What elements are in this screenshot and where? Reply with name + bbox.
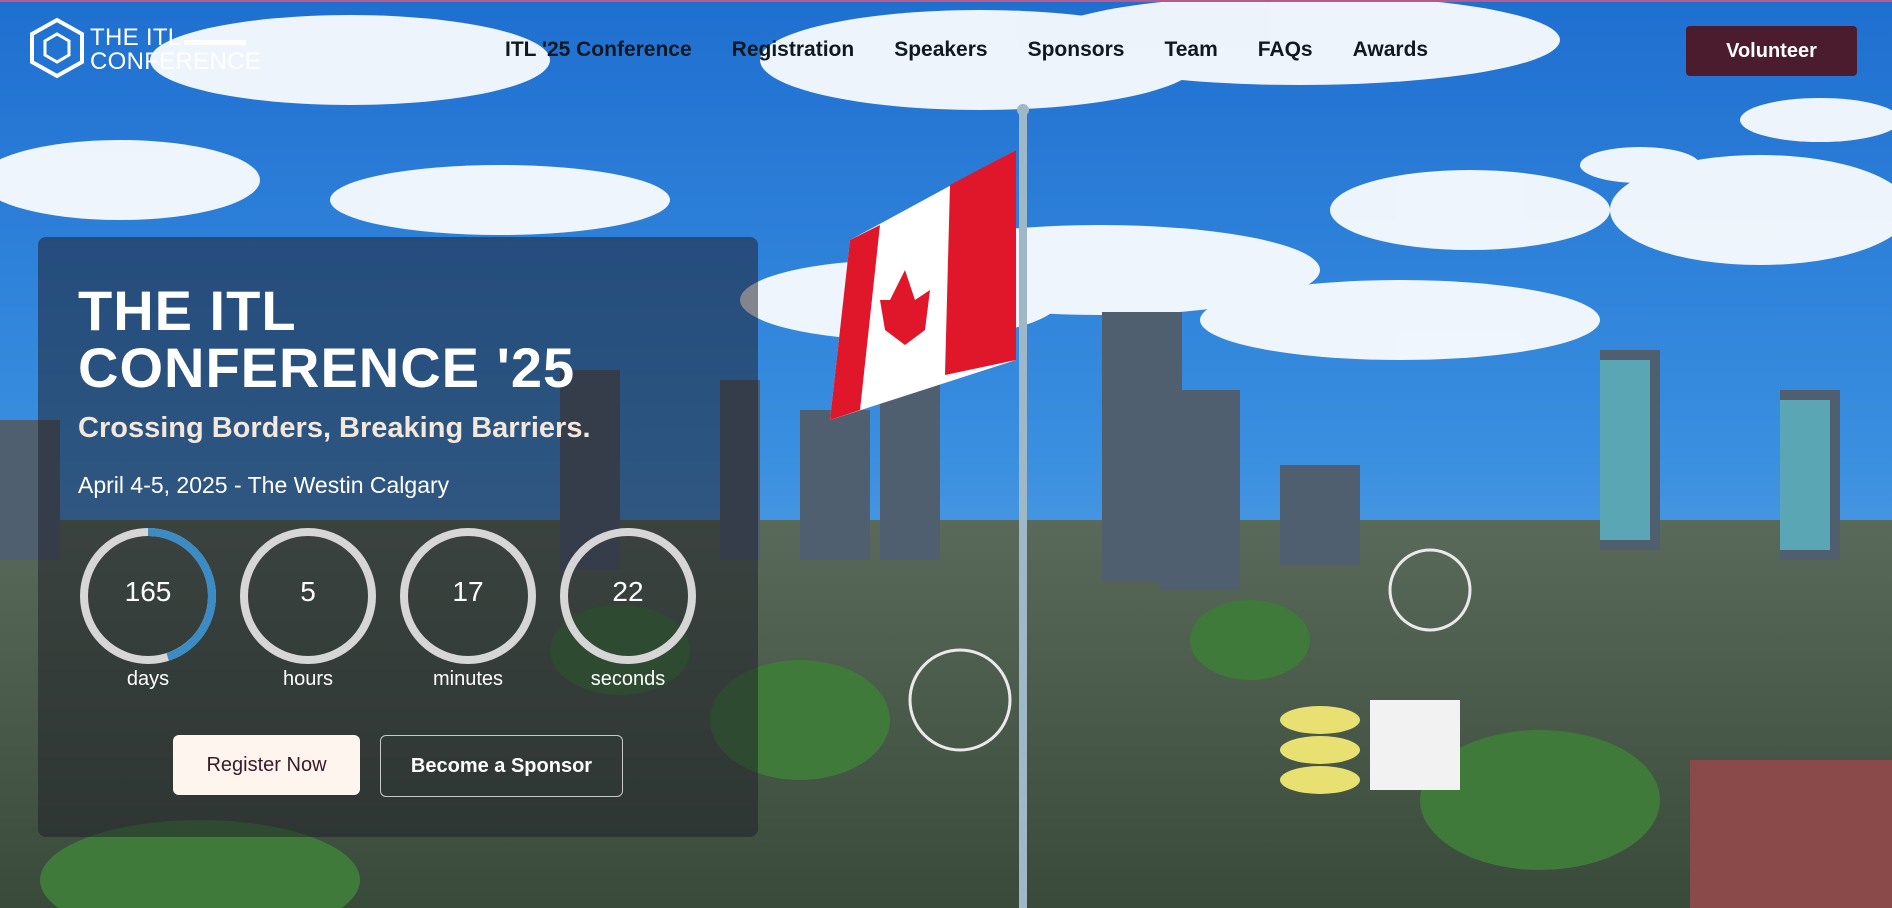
logo-hexagon-icon (30, 17, 84, 79)
countdown-minutes-label: minutes (432, 668, 504, 690)
countdown-seconds-label: seconds (590, 668, 666, 690)
countdown-hours-value: 5 (300, 576, 316, 607)
countdown-hours: 5 hours (238, 526, 378, 696)
volunteer-button[interactable]: Volunteer (1686, 26, 1857, 76)
nav-item-sponsors[interactable]: Sponsors (1028, 38, 1125, 62)
nav-item-awards[interactable]: Awards (1353, 38, 1428, 62)
main-navigation: ITL '25 Conference Registration Speakers… (505, 38, 1468, 62)
nav-item-speakers[interactable]: Speakers (894, 38, 987, 62)
hero-title-line2: CONFERENCE '25 (78, 336, 576, 399)
logo-underline-bar (184, 40, 246, 45)
hero-title-line1: THE ITL (78, 279, 297, 342)
top-accent-line (0, 0, 1892, 2)
countdown-days-value: 165 (124, 576, 172, 607)
nav-item-faqs[interactable]: FAQs (1258, 38, 1313, 62)
countdown-minutes: 17 minutes (398, 526, 538, 696)
logo-wordmark: THE ITL CONFERENCE (90, 26, 261, 74)
countdown-seconds: 22 seconds (558, 526, 698, 696)
hero-title: THE ITL CONFERENCE '25 (78, 282, 575, 396)
nav-item-itl-25-conference[interactable]: ITL '25 Conference (505, 38, 692, 62)
become-sponsor-button[interactable]: Become a Sponsor (380, 735, 623, 797)
countdown-days: 165 days (78, 526, 218, 696)
logo-line2: CONFERENCE (90, 48, 262, 75)
countdown-hours-label: hours (282, 668, 334, 690)
hero-tagline: Crossing Borders, Breaking Barriers. (78, 412, 591, 444)
nav-item-registration[interactable]: Registration (732, 38, 855, 62)
countdown-seconds-value: 22 (612, 576, 644, 607)
logo-line1: THE ITL (90, 24, 182, 51)
countdown-minutes-value: 17 (452, 576, 484, 607)
site-logo[interactable]: THE ITL CONFERENCE (24, 16, 261, 82)
nav-item-team[interactable]: Team (1164, 38, 1217, 62)
register-now-button[interactable]: Register Now (173, 735, 360, 795)
event-date-location: April 4-5, 2025 - The Westin Calgary (78, 472, 450, 498)
countdown-days-label: days (126, 668, 170, 690)
